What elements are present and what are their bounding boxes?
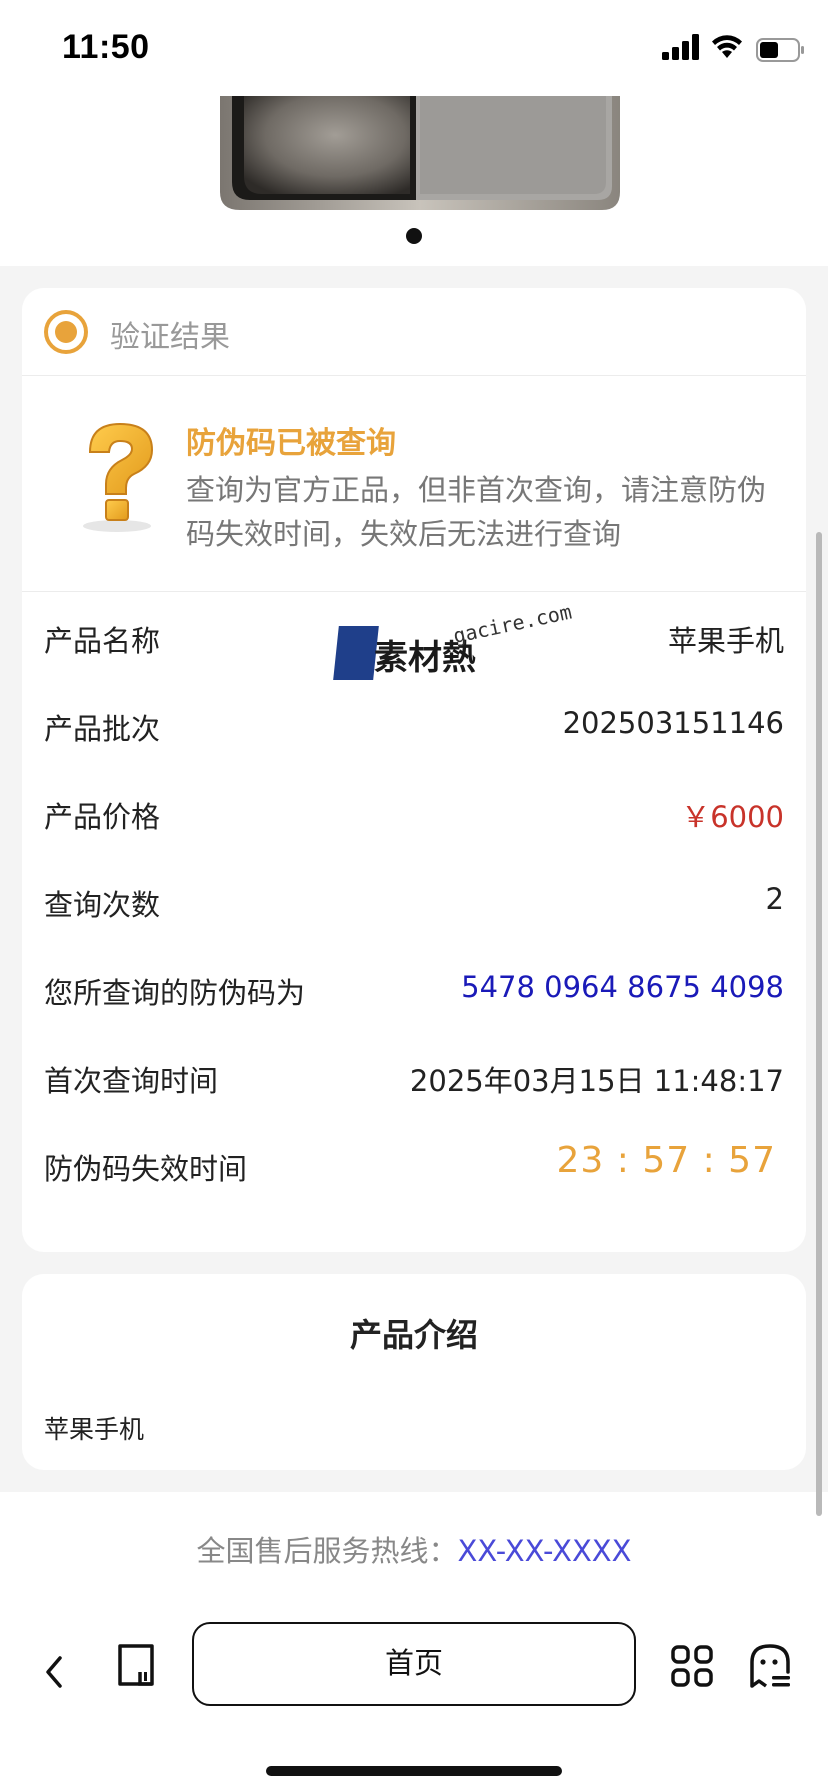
watermark-logo-block bbox=[333, 626, 379, 680]
question-mark-icon bbox=[83, 422, 154, 532]
info-label: 产品批次 bbox=[44, 712, 161, 746]
info-label: 您所查询的防伪码为 bbox=[44, 976, 306, 1010]
watermark: 素材熱 gacire.com bbox=[333, 599, 596, 690]
hotline-number[interactable]: XX-XX-XXXX bbox=[457, 1534, 631, 1568]
back-chevron-icon[interactable] bbox=[40, 1650, 68, 1694]
intro-text: 苹果手机 bbox=[44, 1415, 145, 1444]
info-row-batch: 产品批次 202503151146 bbox=[22, 680, 806, 768]
info-label: 产品名称 bbox=[44, 624, 161, 658]
info-value: 202503151146 bbox=[562, 706, 784, 740]
radio-selected-icon bbox=[44, 310, 88, 354]
info-value: 苹果手机 bbox=[667, 624, 784, 658]
info-label: 防伪码失效时间 bbox=[44, 1152, 248, 1186]
status-bar: 11:50 bbox=[0, 0, 828, 96]
home-indicator bbox=[266, 1766, 562, 1776]
browser-toolbar: 首页 bbox=[0, 1622, 828, 1792]
info-row-first-query-time: 首次查询时间 2025年03月15日 11:48:17 bbox=[22, 1032, 806, 1120]
query-count-value: 2 bbox=[765, 882, 784, 916]
price-value: ￥6000 bbox=[681, 800, 784, 834]
info-row-query-count: 查询次数 2 bbox=[22, 856, 806, 944]
product-intro-card: 产品介绍 苹果手机 bbox=[22, 1274, 806, 1470]
hotline-label: 全国售后服务热线： bbox=[196, 1534, 458, 1568]
wifi-icon bbox=[712, 35, 742, 58]
notice-description: 查询为官方正品，但非首次查询，请注意防伪码失效时间，失效后无法进行查询 bbox=[186, 473, 767, 551]
result-header: 验证结果 bbox=[22, 288, 806, 376]
anti-counterfeit-code-value: 5478 0964 8675 4098 bbox=[461, 970, 784, 1004]
info-label: 首次查询时间 bbox=[44, 1064, 219, 1098]
expiry-countdown: 23 : 57 : 57 bbox=[556, 1140, 776, 1181]
scrollbar[interactable] bbox=[816, 532, 822, 1516]
info-row-code: 您所查询的防伪码为 5478 0964 8675 4098 bbox=[22, 944, 806, 1032]
home-button[interactable]: 首页 bbox=[192, 1622, 636, 1706]
ghost-menu-icon[interactable] bbox=[748, 1642, 792, 1690]
tabs-icon[interactable] bbox=[114, 1642, 160, 1690]
hotline: 全国售后服务热线：XX-XX-XXXX bbox=[0, 1528, 828, 1570]
carousel-dot-active[interactable] bbox=[406, 228, 422, 244]
info-row-price: 产品价格 ￥6000 bbox=[22, 768, 806, 856]
footer: 全国售后服务热线：XX-XX-XXXX bbox=[0, 1492, 828, 1622]
first-query-time-value: 2025年03月15日 11:48:17 bbox=[409, 1064, 784, 1098]
cellular-signal-icon bbox=[662, 34, 699, 60]
info-label: 产品价格 bbox=[44, 800, 161, 834]
notice-title: 防伪码已被查询 bbox=[186, 426, 396, 461]
info-label: 查询次数 bbox=[44, 888, 161, 922]
info-row-expiry: 防伪码失效时间 23 : 57 : 57 bbox=[22, 1120, 806, 1208]
intro-title: 产品介绍 bbox=[349, 1316, 478, 1354]
apps-grid-icon[interactable] bbox=[670, 1644, 714, 1688]
result-title: 验证结果 bbox=[110, 320, 230, 355]
status-time: 11:50 bbox=[62, 28, 150, 66]
query-notice: 防伪码已被查询 查询为官方正品，但非首次查询，请注意防伪码失效时间，失效后无法进… bbox=[22, 376, 806, 592]
battery-icon bbox=[756, 38, 804, 62]
verification-result-card: 验证结果 防伪码已被查询 查询为官方正品，但非首次查询，请注意防伪码失效时间，失… bbox=[22, 288, 806, 1252]
